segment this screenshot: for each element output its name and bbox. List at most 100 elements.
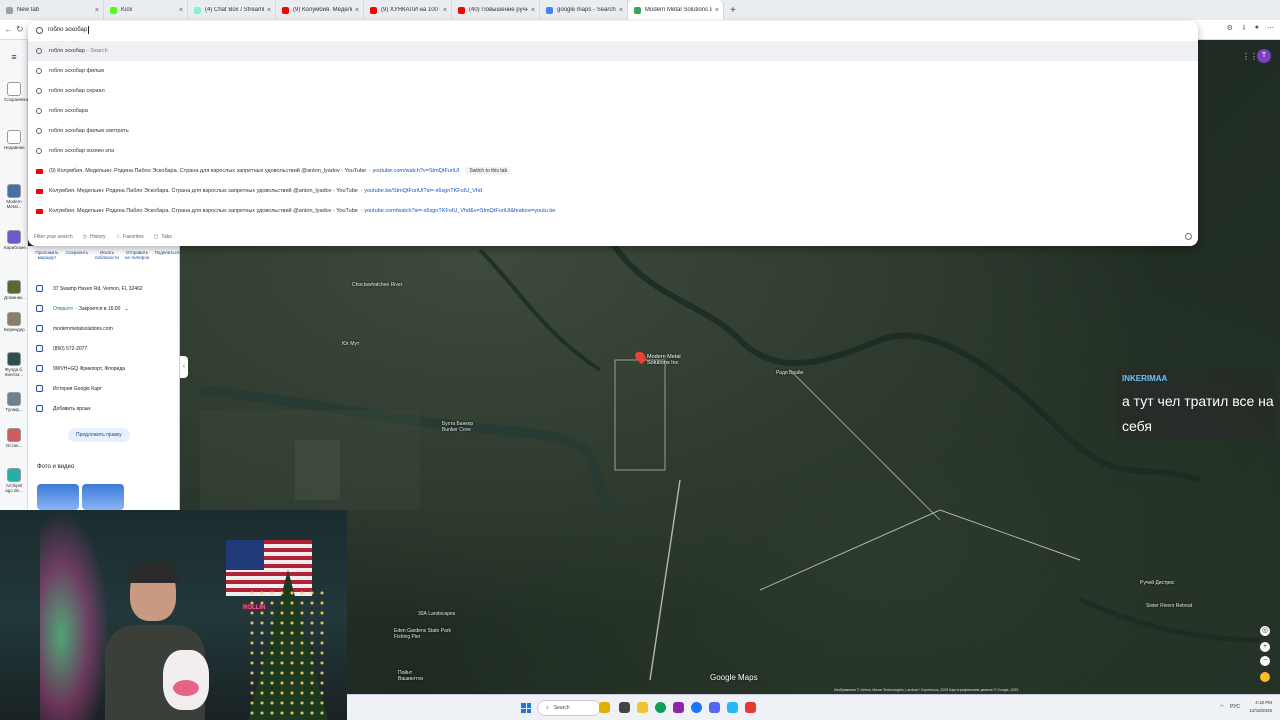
telegram-icon[interactable] xyxy=(727,702,738,713)
close-icon[interactable]: × xyxy=(531,7,535,14)
new-tab-button[interactable]: + xyxy=(730,5,736,16)
add-label-row[interactable]: Добавить ярлык xyxy=(36,405,91,412)
map-label-30a[interactable]: 30А Landscapes xyxy=(418,611,455,617)
place-action-button[interactable]: Сохранить xyxy=(64,250,90,260)
place-action-button[interactable]: Отправить на телефон xyxy=(124,250,150,260)
compass-icon[interactable]: ◎ xyxy=(1260,626,1270,636)
close-icon[interactable]: × xyxy=(267,7,271,14)
discord-icon[interactable] xyxy=(709,702,720,713)
rail-item[interactable]: Бериндер xyxy=(4,312,25,332)
rail-item[interactable]: Тулаф... xyxy=(4,392,24,412)
switch-to-tab-button[interactable]: Switch to this tab xyxy=(465,167,512,175)
history-chip[interactable]: ◷ History xyxy=(83,234,106,240)
website-row[interactable]: modernmetalsolutions.com xyxy=(36,325,113,332)
address-row[interactable]: 37 Swamp Haven Rd, Vernon, FL 32462 xyxy=(36,285,143,292)
clock[interactable]: 4:18 PM 12/18/2025 xyxy=(1249,699,1272,715)
phone-icon xyxy=(36,345,43,352)
search-suggestion[interactable]: гобло эскобар сериал xyxy=(28,81,1198,101)
rail-thumbnail-icon xyxy=(7,130,21,144)
suggest-edit-button[interactable]: Предложить правку xyxy=(68,428,130,442)
close-icon[interactable]: × xyxy=(95,7,99,14)
search-suggestion[interactable]: гобло эскобара xyxy=(28,101,1198,121)
hours-row[interactable]: Открыто · Закроется в 16:00 ⌄ xyxy=(36,305,129,312)
favorites-chip[interactable]: ☆ Favorites xyxy=(116,234,144,240)
back-icon[interactable]: ← xyxy=(4,24,13,34)
close-icon[interactable]: × xyxy=(619,7,623,14)
search-suggestion[interactable]: гобло эскобар фильм смотреть xyxy=(28,121,1198,141)
pin-label[interactable]: Modern Metal Solutions Inc xyxy=(647,354,687,366)
avatar[interactable]: T xyxy=(1257,49,1271,63)
windows-start-icon[interactable] xyxy=(521,703,531,713)
extensions-icon[interactable]: ⚙ xyxy=(1227,24,1233,32)
browser-tab[interactable]: google maps - Search × xyxy=(540,0,628,20)
app-icon[interactable] xyxy=(673,702,684,713)
browser-tab[interactable]: New tab × xyxy=(0,0,104,20)
language-indicator[interactable]: РУС xyxy=(1230,704,1240,710)
chrome-icon[interactable] xyxy=(655,702,666,713)
browser-tab[interactable]: Kick × xyxy=(104,0,188,20)
rail-label: Modern Metal... xyxy=(6,199,22,209)
tabs-chip[interactable]: ▢ Tabs xyxy=(154,234,172,240)
browser-tab[interactable]: Modern Metal Solutions Inc. - Go× xyxy=(628,0,724,20)
photo-thumbnail[interactable] xyxy=(37,484,79,510)
profile-icon[interactable]: ● xyxy=(1255,24,1259,32)
browser-tab[interactable]: (9) ХУЯКАЛИ на 100 кг. МЫ ПРИ× xyxy=(364,0,452,20)
close-icon[interactable]: × xyxy=(715,7,719,14)
map-label-eden-gardens[interactable]: Eden Gardens State Park Fishing Pier xyxy=(394,628,454,640)
browser-icon[interactable] xyxy=(691,702,702,713)
youtube-suggestion[interactable]: Колумбия. Медельин: Родина Пабло Эскобар… xyxy=(28,181,1198,201)
youtube-suggestion[interactable]: Колумбия. Медельин: Родина Пабло Эскобар… xyxy=(28,201,1198,221)
rail-item[interactable]: Недавние xyxy=(4,130,25,150)
address-bar[interactable]: гобло эскобар xyxy=(28,21,1198,39)
folder-icon[interactable] xyxy=(637,702,648,713)
reload-icon[interactable]: ↻ xyxy=(16,24,24,35)
youtube-suggestion[interactable]: (9) Колумбия. Медельин: Родина Пабло Эск… xyxy=(28,161,1198,181)
menu-icon[interactable]: ≡ xyxy=(4,52,24,62)
search-suggestion[interactable]: гобло эскобар фильм xyxy=(28,61,1198,81)
collapse-panel-button[interactable]: ‹ xyxy=(180,356,188,378)
close-icon[interactable]: × xyxy=(355,7,359,14)
rail-item[interactable]: Archipel ago de... xyxy=(4,468,24,493)
rail-item[interactable]: Карибские... xyxy=(4,230,30,250)
windows-taskbar: ⌕ Search ◠ РУС 4:18 PM 12/18/2025 xyxy=(347,694,1280,720)
obs-icon[interactable] xyxy=(745,702,756,713)
rail-item[interactable]: Фулда б. Кингсм... xyxy=(4,352,24,377)
zoom-in-button[interactable]: + xyxy=(1260,642,1270,652)
search-suggestion[interactable]: гобло эскобар хозяин зла xyxy=(28,141,1198,161)
history-row[interactable]: История Google Карт xyxy=(36,385,102,392)
tab-title: Modern Metal Solutions Inc. - Go xyxy=(645,7,712,13)
rail-item[interactable]: Сохранённые xyxy=(4,82,33,102)
pluscode-row[interactable]: 9WVH+GQ Фриепорт, Флорида xyxy=(36,365,125,372)
chevron-down-icon[interactable]: ⌄ xyxy=(124,306,128,312)
suggestion-url: - youtube.com/watch?v=StmQtFuriUI xyxy=(369,168,460,174)
place-action-button[interactable]: Проложить маршрут xyxy=(34,250,60,260)
taskbar-search[interactable]: ⌕ Search xyxy=(537,700,601,716)
rail-item[interactable]: Остан... xyxy=(4,428,24,448)
phone-row[interactable]: (850) 572-2077 xyxy=(36,345,87,352)
browser-tab[interactable]: (40) Повышение ручного полно× xyxy=(452,0,540,20)
place-action-button[interactable]: Поделиться xyxy=(154,250,180,260)
place-action-button[interactable]: Искать поблизости xyxy=(94,250,120,260)
wifi-icon[interactable]: ◠ xyxy=(1220,704,1224,710)
youtube-icon xyxy=(36,188,43,194)
menu-icon[interactable]: ⋯ xyxy=(1267,24,1274,32)
close-icon[interactable]: × xyxy=(179,7,183,14)
close-icon[interactable]: × xyxy=(443,7,447,14)
taskview-icon[interactable] xyxy=(619,702,630,713)
zoom-out-button[interactable]: − xyxy=(1260,656,1270,666)
browser-tab[interactable]: (9) Колумбия. Медельин: Родина× xyxy=(276,0,364,20)
browser-tab[interactable]: (4) Chat Box / Streamlabs× xyxy=(188,0,276,20)
rail-item[interactable]: Modern Metal... xyxy=(4,184,24,209)
rail-label: Тулаф... xyxy=(5,407,23,412)
rail-thumbnail-icon xyxy=(7,392,21,406)
pegman-icon[interactable] xyxy=(1260,672,1270,682)
place-actions: Проложить маршрут Сохранить Искать поблизо… xyxy=(34,250,180,260)
search-suggestion[interactable]: гобло эскобар - Search xyxy=(28,41,1198,61)
map-label-sister-rivers[interactable]: Sister Rivers Retreat xyxy=(1146,603,1196,609)
apps-grid-icon[interactable]: ⋮⋮ xyxy=(1242,52,1258,61)
gear-icon[interactable] xyxy=(1185,233,1192,240)
download-icon[interactable]: ⇩ xyxy=(1241,24,1247,32)
rail-item[interactable]: Доминик... xyxy=(4,280,26,300)
photo-thumbnail[interactable] xyxy=(82,484,124,510)
file-explorer-icon[interactable] xyxy=(599,702,610,713)
